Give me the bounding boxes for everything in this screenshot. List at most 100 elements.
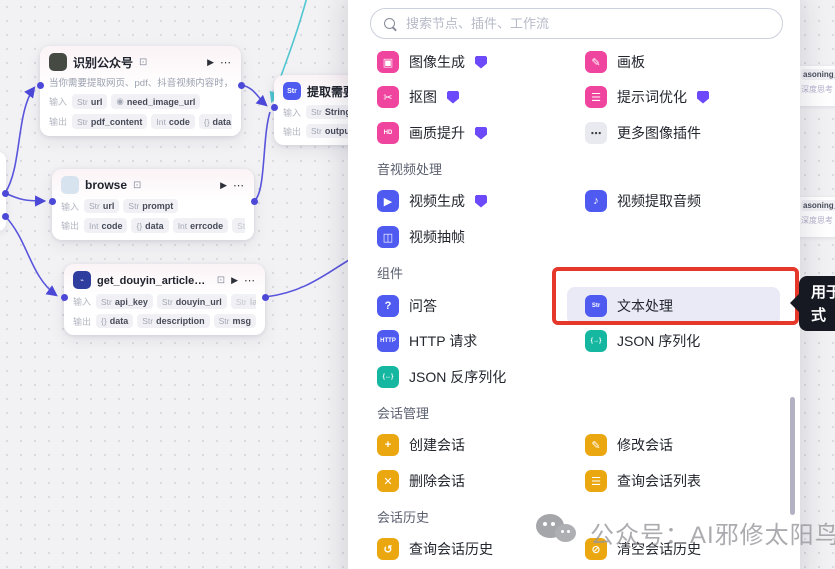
input-label: 输入 (283, 107, 302, 118)
port-dot[interactable] (2, 190, 9, 197)
palette-item-label: 抠图 (409, 89, 437, 105)
workflow-node[interactable]: 识别公众号 ⊡ ▶ ⋯ 当你需要提取网页、pdf、抖音视频内容时，使用此工具。可… (40, 46, 241, 136)
param-tag: Int code (151, 114, 195, 129)
palette-item-query-session-history[interactable]: ↺ 查询会话历史 (377, 531, 493, 567)
palette-item-more-image-plugins[interactable]: ⋯ 更多图像插件 (585, 115, 701, 151)
param-tag: {} data (96, 314, 134, 328)
premium-icon (475, 55, 487, 69)
workflow-node[interactable]: ⌁ get_douyin_article_voice_t⋯ ⊡ ▶ ⋯ 输入 St… (64, 264, 265, 335)
port-dot[interactable] (49, 198, 56, 205)
palette-item-question-answer[interactable]: ? 问答 (377, 288, 437, 324)
search-input[interactable] (406, 16, 770, 31)
run-node-button[interactable]: ▶ (231, 275, 238, 286)
palette-item-label: 清空会话历史 (617, 541, 701, 557)
param-tag: Str description (137, 314, 210, 328)
workflow-node-partial[interactable]: asoning_co 深度思考 (797, 197, 835, 237)
premium-icon (697, 90, 709, 104)
port-dot[interactable] (262, 294, 269, 301)
output-label: 输出 (73, 316, 92, 327)
json-serialize-icon: {→} (585, 330, 607, 352)
param-tag: Str msg (213, 314, 256, 328)
palette-item-label: 查询会话列表 (617, 473, 701, 489)
palette-item-drawing-board[interactable]: ✎ 画板 (585, 44, 645, 80)
note-icon: ⊡ (139, 56, 148, 68)
param-tag: ◉ need_image_url (111, 94, 201, 109)
premium-icon (447, 90, 459, 104)
run-node-button[interactable]: ▶ (207, 57, 214, 68)
edge (4, 192, 47, 207)
input-label: 输入 (61, 201, 80, 212)
palette-item-image-cutout[interactable]: ✂ 抠图 (377, 79, 459, 115)
node-palette-panel: ▣ 图像生成 ✎ 画板 ✂ 抠图 ☰ 提示词优化 HD 画质提升 ⋯ 更多图像插件音视频处理 ▶ 视频生成… (348, 0, 800, 569)
note-icon: ⊡ (133, 179, 142, 191)
param-tag: Int errcode (172, 218, 229, 233)
palette-item-delete-session[interactable]: ✕ 删除会话 (377, 463, 465, 499)
search-icon (383, 17, 397, 31)
port-dot[interactable] (37, 82, 44, 89)
palette-item-label: 问答 (409, 298, 437, 314)
palette-item-modify-session[interactable]: ✎ 修改会话 (585, 427, 673, 463)
section-header: 会话历史 (377, 510, 430, 525)
modify-session-icon: ✎ (585, 434, 607, 456)
palette-item-hd-enhance[interactable]: HD 画质提升 (377, 115, 487, 151)
note-icon: ⊡ (216, 274, 226, 286)
param-tag: asoning_co (801, 200, 835, 211)
text-process-icon: Str (585, 295, 607, 317)
palette-item-label: 视频生成 (409, 193, 465, 209)
param-tag: {} data (198, 114, 232, 129)
param-tag: Int code (84, 218, 128, 233)
param-tag: asoning_co (801, 69, 835, 80)
palette-item-label: 更多图像插件 (617, 125, 701, 141)
port-dot[interactable] (61, 294, 68, 301)
palette-item-query-session-list[interactable]: ☰ 查询会话列表 (585, 463, 701, 499)
palette-item-clear-session-history[interactable]: ⊘ 清空会话历史 (585, 531, 701, 567)
palette-item-label: 创建会话 (409, 437, 465, 453)
port-dot[interactable] (271, 104, 278, 111)
param-sub: 深度思考 (801, 85, 833, 94)
video-generate-icon: ▶ (377, 190, 399, 212)
palette-item-json-deserialize[interactable]: {↔} JSON 反序列化 (377, 359, 506, 395)
palette-item-text-process[interactable]: Str 文本处理 (585, 288, 673, 324)
port-dot[interactable] (238, 82, 245, 89)
image-generate-icon: ▣ (377, 51, 399, 73)
node-title: browse (85, 178, 128, 192)
prompt-optimize-icon: ☰ (585, 86, 607, 108)
palette-item-image-generate[interactable]: ▣ 图像生成 (377, 44, 487, 80)
node-avatar (49, 53, 67, 71)
node-menu-button[interactable]: ⋯ (244, 274, 256, 287)
node-title: 识别公众号 (73, 55, 134, 70)
section-header: 会话管理 (377, 406, 430, 421)
palette-item-create-session[interactable]: + 创建会话 (377, 427, 465, 463)
output-label: 输出 (283, 126, 302, 137)
palette-item-label: 画板 (617, 54, 645, 70)
section-header: 组件 (377, 266, 404, 281)
param-tag: Str prompt (123, 199, 179, 213)
node-title: get_douyin_article_voice_t⋯ (97, 274, 211, 287)
port-dot[interactable] (251, 198, 258, 205)
tooltip-line: 用于 (811, 284, 835, 301)
workflow-node[interactable]: browse ⊡ ▶ ⋯ 输入 Str url Str prompt 输出 Int code… (52, 169, 254, 240)
query-session-history-icon: ↺ (377, 538, 399, 560)
palette-item-label: 查询会话历史 (409, 541, 493, 557)
output-label: 输出 (49, 117, 68, 127)
run-node-button[interactable]: ▶ (220, 180, 227, 191)
palette-item-video-frame-extract[interactable]: ◫ 视频抽帧 (377, 219, 465, 255)
palette-item-video-extract-audio[interactable]: ♪ 视频提取音频 (585, 183, 701, 219)
edge (240, 84, 268, 107)
node-menu-button[interactable]: ⋯ (233, 179, 245, 192)
workflow-node-partial[interactable]: asoning_co 深度思考 (797, 66, 835, 106)
scrollbar-thumb[interactable] (790, 397, 795, 515)
port-dot[interactable] (2, 213, 9, 220)
palette-item-video-generate[interactable]: ▶ 视频生成 (377, 183, 487, 219)
search-box[interactable] (370, 8, 783, 39)
tooltip-line: 式 (811, 307, 827, 325)
palette-item-json-serialize[interactable]: {→} JSON 序列化 (585, 323, 700, 359)
node-menu-button[interactable]: ⋯ (220, 56, 232, 69)
palette-item-http-request[interactable]: HTTP HTTP 请求 (377, 323, 477, 359)
palette-item-prompt-optimize[interactable]: ☰ 提示词优化 (585, 79, 709, 115)
input-label: 输入 (49, 97, 68, 107)
palette-item-label: HTTP 请求 (409, 333, 478, 349)
palette-item-label: 视频提取音频 (617, 193, 701, 209)
palette-item-label: JSON 反序列化 (409, 369, 507, 385)
question-answer-icon: ? (377, 295, 399, 317)
